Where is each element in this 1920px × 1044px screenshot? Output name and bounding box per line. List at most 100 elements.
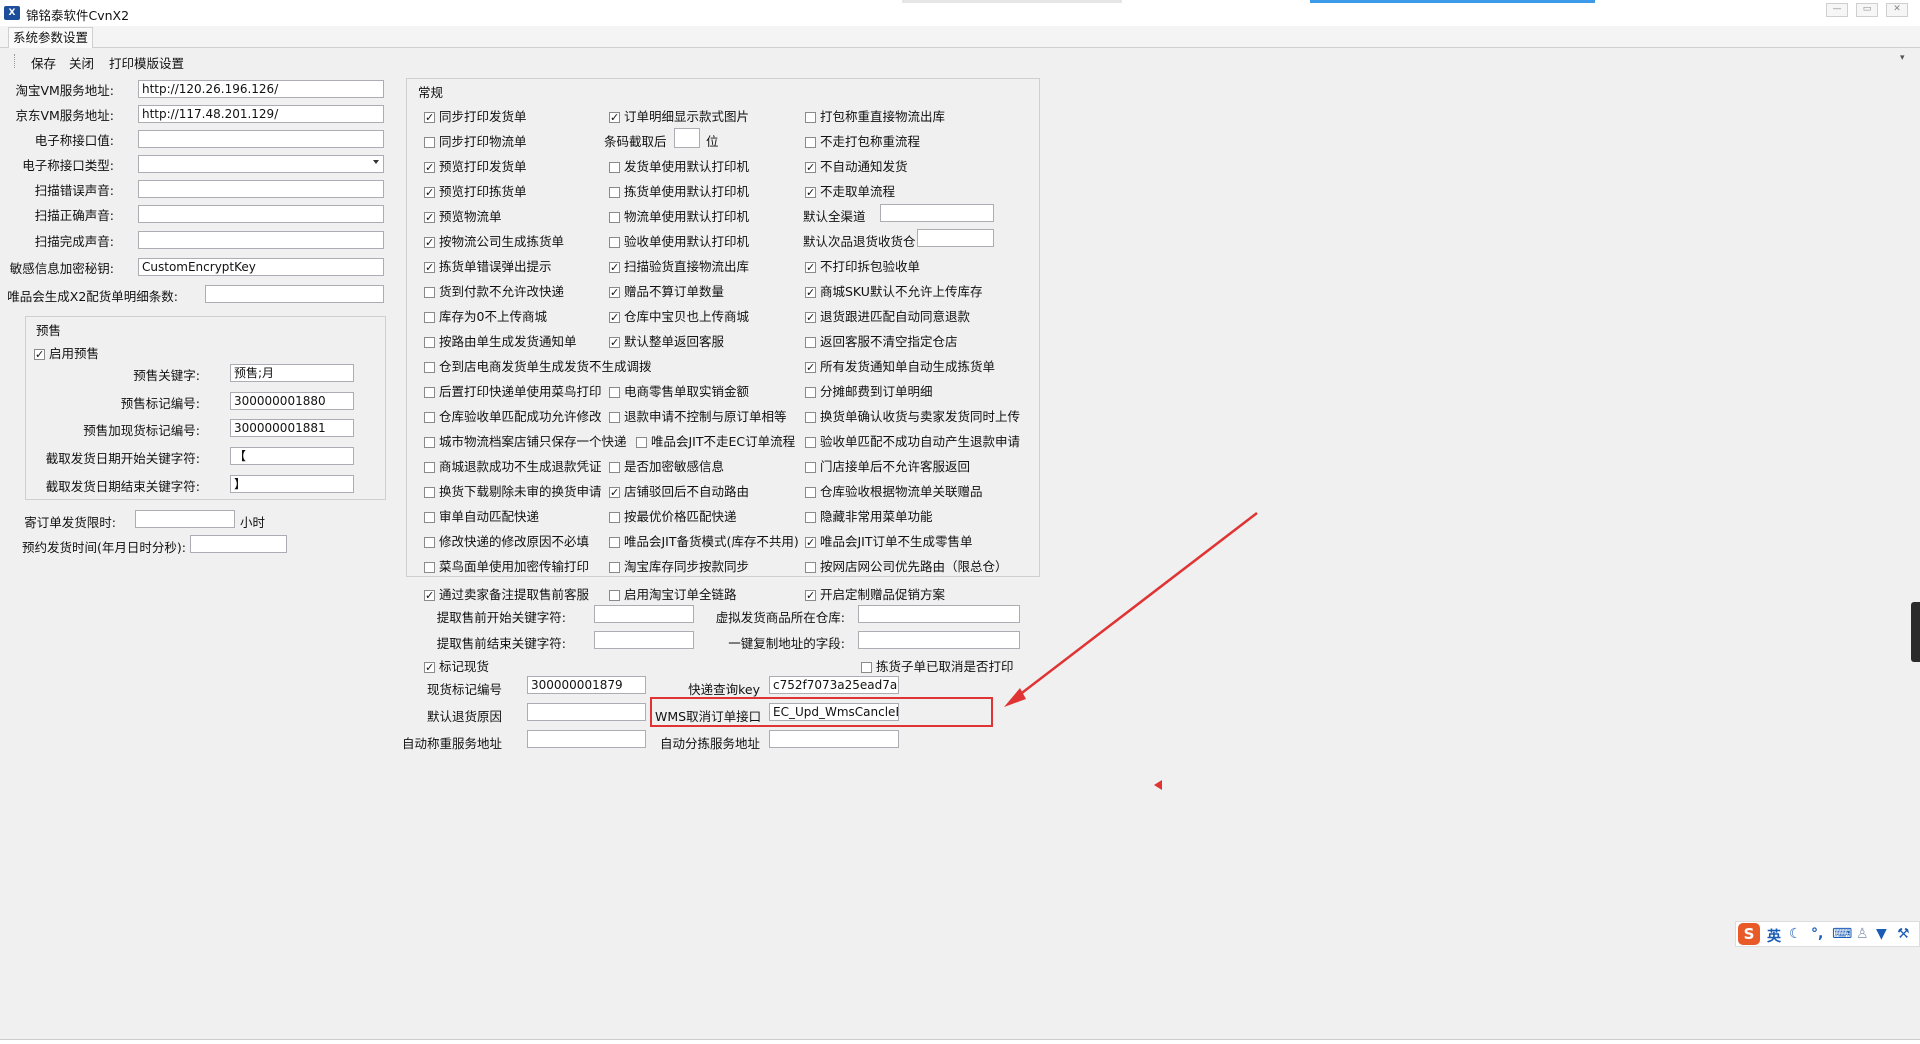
general-checkbox[interactable]: 库存为0不上传商城 (424, 306, 547, 325)
presale-mark-no-input[interactable]: 300000001880 (230, 392, 354, 410)
auto-weigh-url-input[interactable] (527, 730, 646, 748)
general-checkbox[interactable]: 同步打印物流单 (424, 131, 527, 150)
scale-type-select[interactable] (138, 155, 384, 173)
general-checkbox[interactable]: ✓ 不打印拆包验收单 (805, 256, 920, 275)
general-checkbox[interactable]: 电商零售单取实销金额 (609, 381, 749, 400)
general-checkbox[interactable]: 仓库验收根据物流单关联赠品 (805, 481, 983, 500)
seller-memo-checkbox[interactable]: ✓ 通过卖家备注提取售前客服 (424, 584, 589, 603)
general-checkbox[interactable]: 按路由单生成发货通知单 (424, 331, 577, 350)
scale-port-input[interactable] (138, 130, 384, 148)
taobao-fullchain-checkbox[interactable]: 启用淘宝订单全链路 (609, 584, 737, 603)
custom-gift-checkbox[interactable]: ✓ 开启定制赠品促销方案 (805, 584, 945, 603)
general-checkbox[interactable]: ✓ 不走取单流程 (805, 181, 895, 200)
jd-vm-input[interactable]: http://117.48.201.129/ (138, 105, 384, 123)
general-checkbox[interactable]: 修改快递的修改原因不必填 (424, 531, 589, 550)
sogou-logo-icon[interactable]: S (1738, 923, 1760, 945)
general-checkbox[interactable]: ✓ 唯品会JIT订单不生成零售单 (805, 531, 973, 550)
general-field-input[interactable] (917, 229, 994, 247)
keyboard-icon[interactable]: ⌨ (1832, 926, 1852, 942)
minimize-icon[interactable]: — (1826, 3, 1848, 17)
virtual-warehouse-input[interactable] (858, 605, 1020, 623)
auto-sort-url-input[interactable] (769, 730, 899, 748)
deposit-limit-input[interactable] (135, 510, 235, 528)
print-template-button[interactable]: 打印模版设置 (109, 53, 184, 72)
general-checkbox[interactable]: ✓ 商城SKU默认不允许上传库存 (805, 281, 982, 300)
presale-start-keyword-input[interactable]: 【 (230, 447, 354, 465)
wrench-icon[interactable]: ⚒ (1897, 926, 1910, 942)
mark-stock-checkbox[interactable]: ✓ 标记现货 (424, 656, 489, 675)
general-checkbox[interactable]: 仓库验收单匹配成功允许修改 (424, 406, 602, 425)
presale-end-kw-input[interactable] (594, 631, 694, 649)
taobao-vm-input[interactable]: http://120.26.196.126/ (138, 80, 384, 98)
vip-x2-detail-input[interactable] (205, 285, 384, 303)
general-checkbox[interactable]: 发货单使用默认打印机 (609, 156, 749, 175)
scan-done-sound-input[interactable] (138, 231, 384, 249)
general-checkbox[interactable]: 返回客服不清空指定仓店 (805, 331, 958, 350)
general-checkbox[interactable]: 物流单使用默认打印机 (609, 206, 749, 225)
general-checkbox[interactable]: ✓ 拣货单错误弹出提示 (424, 256, 552, 275)
general-checkbox[interactable]: 打包称重直接物流出库 (805, 106, 945, 125)
general-checkbox[interactable]: 门店接单后不允许客服返回 (805, 456, 970, 475)
moon-icon[interactable]: ☾ (1789, 926, 1802, 942)
general-checkbox[interactable]: 换货下载剔除未审的换货申请 (424, 481, 602, 500)
general-checkbox[interactable]: 仓到店电商发货单生成发货不生成调拨 (424, 356, 652, 375)
general-checkbox[interactable]: 换货单确认收货与卖家发货同时上传 (805, 406, 1020, 425)
encrypt-key-input[interactable]: CustomEncryptKey (138, 258, 384, 276)
general-checkbox[interactable]: ✓ 店铺驳回后不自动路由 (609, 481, 749, 500)
scan-ok-sound-input[interactable] (138, 205, 384, 223)
general-checkbox[interactable]: ✓ 同步打印发货单 (424, 106, 527, 125)
copy-address-field-input[interactable] (858, 631, 1020, 649)
general-checkbox[interactable]: 按网店网公司优先路由（限总仓） (805, 556, 1008, 575)
user-icon[interactable]: ♙ (1856, 926, 1869, 942)
enable-presale-checkbox[interactable]: ✓ 启用预售 (34, 343, 99, 362)
general-checkbox[interactable]: 唯品会JIT备货模式(库存不共用) (609, 531, 799, 550)
scan-error-sound-input[interactable] (138, 180, 384, 198)
chevron-down-icon[interactable] (373, 160, 379, 164)
shirt-icon[interactable]: ▼ (1876, 926, 1887, 942)
general-checkbox[interactable]: 商城退款成功不生成退款凭证 (424, 456, 602, 475)
general-checkbox[interactable]: 验收单使用默认打印机 (609, 231, 749, 250)
general-checkbox[interactable]: ✓ 预览物流单 (424, 206, 502, 225)
general-checkbox[interactable]: ✓ 不自动通知发货 (805, 156, 908, 175)
ime-language-toggle[interactable]: 英 (1767, 926, 1781, 946)
general-checkbox[interactable]: ✓ 所有发货通知单自动生成拣货单 (805, 356, 995, 375)
general-checkbox[interactable]: 是否加密敏感信息 (609, 456, 724, 475)
general-checkbox[interactable]: ✓ 预览打印发货单 (424, 156, 527, 175)
general-checkbox[interactable]: 退款申请不控制与原订单相等 (609, 406, 787, 425)
presale-keyword-input[interactable]: 预售;月 (230, 364, 354, 382)
presale-stock-mark-no-input[interactable]: 300000001881 (230, 419, 354, 437)
express-key-input[interactable]: c752f7073a25ead7a1b (769, 676, 899, 694)
general-checkbox[interactable]: 按最优价格匹配快递 (609, 506, 737, 525)
tab-system-settings[interactable]: 系统参数设置 (8, 27, 94, 48)
general-checkbox[interactable]: ✓ 按物流公司生成拣货单 (424, 231, 564, 250)
general-checkbox[interactable]: 城市物流档案店铺只保存一个快递 (424, 431, 627, 450)
general-checkbox[interactable]: 后置打印快递单使用菜鸟打印 (424, 381, 602, 400)
maximize-icon[interactable]: ▭ (1856, 3, 1878, 17)
side-panel-handle[interactable] (1911, 602, 1920, 662)
general-checkbox[interactable]: ✓ 默认整单返回客服 (609, 331, 724, 350)
general-checkbox[interactable]: ✓ 扫描验货直接物流出库 (609, 256, 749, 275)
planned-ship-input[interactable] (190, 535, 287, 553)
general-checkbox[interactable]: 拣货单使用默认打印机 (609, 181, 749, 200)
general-checkbox[interactable]: 审单自动匹配快递 (424, 506, 539, 525)
general-checkbox[interactable]: 唯品会JIT不走EC订单流程 (636, 431, 795, 450)
general-checkbox[interactable]: ✓ 仓库中宝贝也上传商城 (609, 306, 749, 325)
general-checkbox[interactable]: 货到付款不允许改快递 (424, 281, 564, 300)
stock-mark-no-input[interactable]: 300000001879 (527, 676, 646, 694)
general-checkbox[interactable]: 验收单匹配不成功自动产生退款申请 (805, 431, 1020, 450)
general-checkbox[interactable]: ✓ 退货跟进匹配自动同意退款 (805, 306, 970, 325)
general-checkbox[interactable]: ✓ 订单明细显示款式图片 (609, 106, 749, 125)
default-return-reason-input[interactable] (527, 703, 646, 721)
presale-end-keyword-input[interactable]: 】 (230, 475, 354, 493)
general-checkbox[interactable]: 隐藏非常用菜单功能 (805, 506, 933, 525)
overflow-chevron-icon[interactable]: ▾ (1900, 53, 1905, 63)
general-checkbox[interactable]: ✓ 赠品不算订单数量 (609, 281, 724, 300)
general-checkbox[interactable]: 菜鸟面单使用加密传输打印 (424, 556, 589, 575)
presale-start-kw-input[interactable] (594, 605, 694, 623)
general-field-input[interactable] (674, 128, 700, 148)
general-checkbox[interactable]: 不走打包称重流程 (805, 131, 920, 150)
save-button[interactable]: 保存 (31, 53, 56, 72)
close-icon[interactable]: ✕ (1886, 3, 1908, 17)
pick-cancel-print-checkbox[interactable]: 拣货子单已取消是否打印 (861, 656, 1014, 675)
punct-icon[interactable]: °, (1811, 926, 1823, 942)
